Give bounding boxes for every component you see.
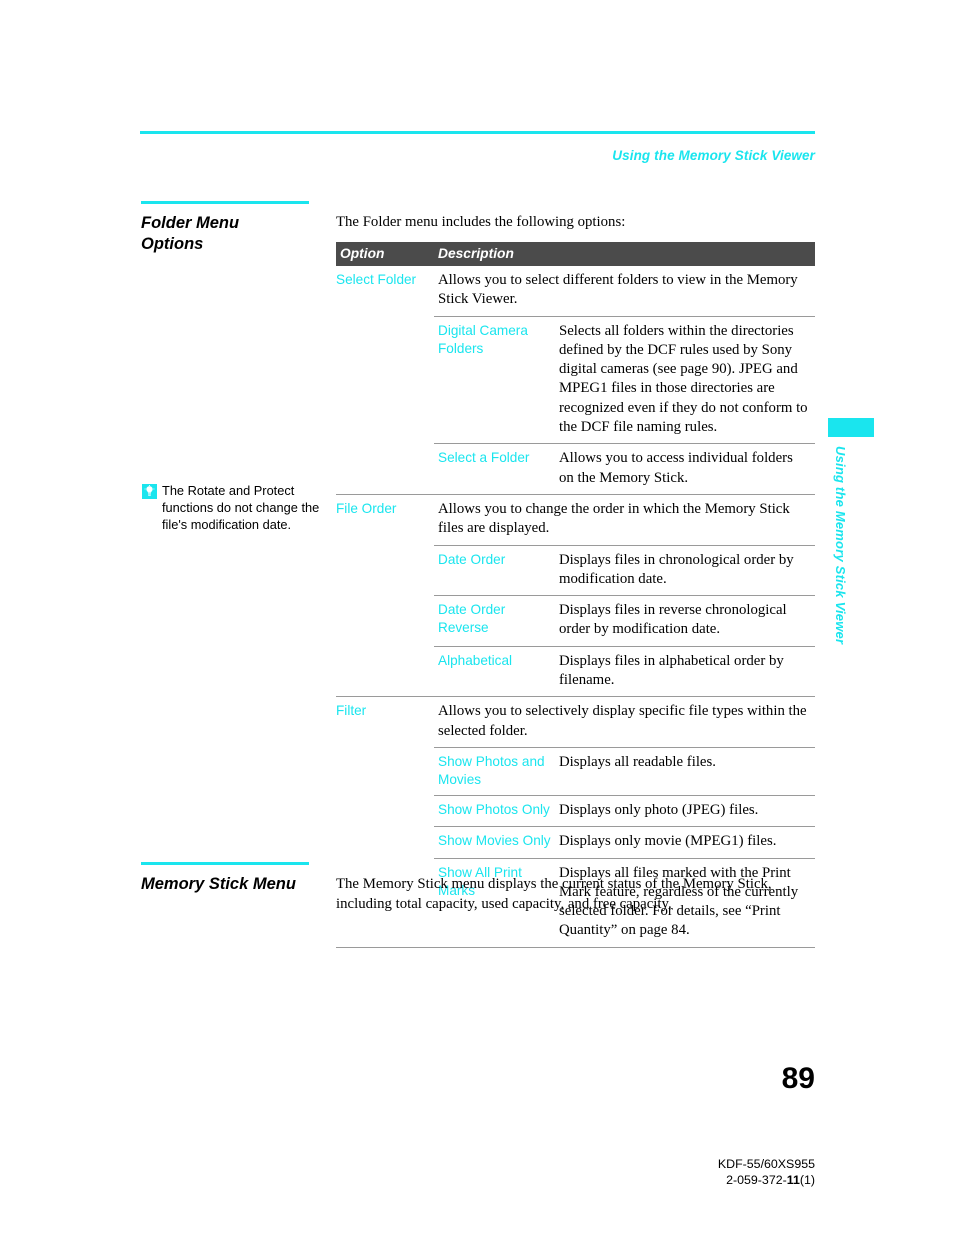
sub-option-description: Displays files in alphabetical order by …: [559, 645, 815, 697]
sub-option-description: Displays files in reverse chronological …: [559, 595, 815, 647]
sub-option-name: Alphabetical: [434, 645, 559, 697]
section-rule: [141, 201, 309, 204]
option-name: Filter: [336, 696, 434, 748]
folder-menu-intro-paragraph: The Folder menu includes the following o…: [336, 214, 626, 230]
doc-number-prefix: 2-059-372-: [726, 1173, 787, 1187]
table-row: Digital Camera Folders Selects all folde…: [336, 315, 815, 444]
tip-note-text: The Rotate and Protect functions do not …: [162, 483, 320, 533]
sub-option-description: Selects all folders within the directori…: [559, 315, 815, 444]
doc-number-suffix: (1): [799, 1173, 815, 1187]
lightbulb-icon: [142, 484, 157, 499]
footer-model: KDF-55/60XS955: [717, 1157, 815, 1171]
footer-doc-number: 2-059-372-11(1): [718, 1172, 815, 1188]
sub-option-description: Allows you to access individual folders …: [559, 443, 815, 495]
footer: KDF-55/60XS955 2-059-372-11(1): [718, 1156, 815, 1188]
table-row: Select a Folder Allows you to access ind…: [336, 443, 815, 495]
table-row: Date Order Reverse Displays files in rev…: [336, 595, 815, 647]
row-spacer: [336, 316, 434, 444]
option-name: Select Folder: [336, 272, 417, 287]
table-row: Date Order Displays files in chronologic…: [336, 544, 815, 596]
top-rule: [140, 131, 815, 134]
section-title-line2: Options: [141, 235, 204, 253]
sub-option-name: Show Photos Only: [434, 794, 559, 827]
doc-number-revision: 11: [786, 1173, 800, 1187]
column-header-option: Option: [336, 242, 434, 266]
table-row: Alphabetical Displays files in alphabeti…: [336, 645, 815, 697]
table-row: Show Photos Only Displays only photo (JP…: [336, 794, 815, 827]
row-spacer: [336, 827, 434, 858]
row-spacer: [336, 795, 434, 826]
table-header-row: Option Description: [336, 242, 815, 266]
table-row: Filter Allows you to selectively display…: [336, 696, 815, 748]
chapter-tab-marker: [828, 418, 874, 437]
row-spacer: [336, 747, 434, 795]
sub-option-name: Show Movies Only: [434, 826, 559, 859]
tip-note: The Rotate and Protect functions do not …: [142, 482, 332, 534]
option-description: Allows you to select different folders t…: [438, 272, 798, 308]
option-description: Allows you to selectively display specif…: [434, 696, 815, 748]
memory-stick-menu-paragraph: The Memory Stick menu displays the curre…: [336, 876, 772, 912]
sub-option-description: Displays all readable files.: [559, 746, 815, 796]
sub-option-name: Show Photos and Movies: [434, 746, 559, 796]
table-row: Select Folder Allows you to select diffe…: [336, 266, 815, 316]
option-description: Allows you to change the order in which …: [434, 493, 815, 546]
folder-menu-options-table: Option Description Select Folder Allows …: [336, 242, 815, 948]
table-row: Show Photos and Movies Displays all read…: [336, 746, 815, 796]
section-title-line1: Folder Menu: [141, 214, 240, 232]
row-spacer: [336, 596, 434, 647]
sub-option-description: Displays only movie (MPEG1) files.: [559, 826, 815, 859]
section-title: Folder Menu Options: [141, 213, 316, 255]
sub-option-description: Displays only photo (JPEG) files.: [559, 794, 815, 827]
table-row: File Order Allows you to change the orde…: [336, 493, 815, 546]
section-heading-folder-menu-options: Folder Menu Options: [141, 201, 316, 255]
sub-option-name: Digital Camera Folders: [434, 315, 559, 444]
sub-option-name: Date Order: [434, 544, 559, 596]
sub-option-name: Select a Folder: [434, 443, 559, 495]
running-head: Using the Memory Stick Viewer: [612, 148, 815, 163]
option-name: File Order: [336, 493, 434, 546]
row-spacer: [336, 646, 434, 697]
manual-page: Using the Memory Stick Viewer Folder Men…: [0, 0, 954, 1235]
row-spacer: [336, 545, 434, 596]
section-heading-memory-stick-menu: Memory Stick Menu: [141, 862, 316, 895]
column-header-description: Description: [434, 242, 815, 266]
page-number: 89: [781, 1062, 815, 1095]
sub-option-name: Date Order Reverse: [434, 595, 559, 647]
table-row: Show Movies Only Displays only movie (MP…: [336, 826, 815, 859]
sub-option-description: Displays files in chronological order by…: [559, 544, 815, 596]
chapter-tab-label: Using the Memory Stick Viewer: [833, 446, 848, 645]
section-rule: [141, 862, 309, 865]
table-bottom-rule: [336, 946, 815, 948]
row-spacer: [336, 444, 434, 495]
section-title: Memory Stick Menu: [141, 875, 296, 893]
table-body: Select Folder Allows you to select diffe…: [336, 266, 815, 948]
